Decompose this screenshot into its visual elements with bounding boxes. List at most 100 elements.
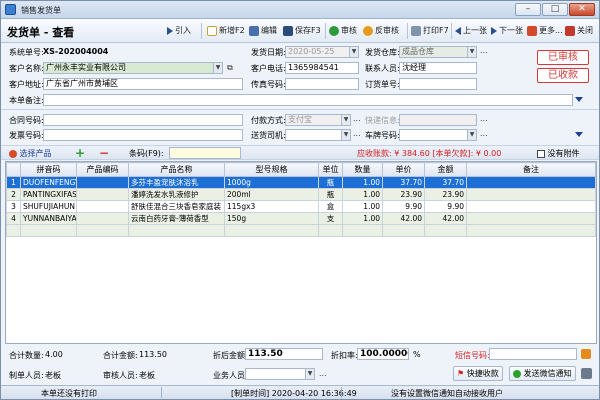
driver-input[interactable]: ▼ — [285, 129, 351, 141]
attachment-button[interactable]: 没有附件 — [537, 148, 580, 159]
col-spec-header[interactable]: 型号规格 — [224, 162, 319, 177]
auditor-value: 老板 — [139, 371, 155, 380]
product-toolbar: 选择产品 + − 条码(F9): 应收账款: ¥ 384.60 [本单欠款]: … — [1, 145, 599, 160]
chevron-down-icon[interactable]: ▼ — [467, 130, 476, 140]
salesman-more-button[interactable]: ... — [319, 369, 327, 378]
close-button[interactable]: 关闭 — [565, 23, 593, 39]
select-product-button[interactable]: 选择产品 — [9, 148, 52, 159]
contract-label: 合同号码: — [9, 116, 44, 125]
plate-label: 车牌号码: — [365, 131, 400, 140]
toolbar-separator — [325, 23, 326, 39]
minimize-button[interactable]: – — [515, 3, 541, 16]
chevron-down-icon[interactable]: ▼ — [213, 63, 222, 73]
new-button[interactable]: 新增F2 — [207, 23, 245, 39]
phone-label: 客户电话: — [251, 64, 286, 73]
chevron-down-icon[interactable]: ▼ — [341, 115, 350, 125]
settings-icon[interactable] — [581, 368, 592, 379]
order-no-label: 订货单号: — [365, 80, 400, 89]
ship-date-input[interactable]: 2020-05-25 ▼ — [285, 46, 359, 58]
express-more-button[interactable]: ... — [480, 114, 488, 123]
wechat-notice-button[interactable]: 发送微信通知 — [509, 366, 576, 381]
expand-arrow-icon[interactable] — [575, 132, 583, 137]
next-button[interactable]: 下一张 — [491, 23, 523, 39]
printer-icon — [411, 25, 421, 36]
total-qty-value: 4.00 — [45, 350, 63, 359]
driver-more-button[interactable]: ... — [353, 129, 361, 138]
auditor-label: 审核人员: — [103, 371, 138, 380]
warehouse-more-button[interactable]: ... — [480, 46, 488, 55]
grid-header-row: 拼音码 产品编码 产品名称 型号规格 单位 数量 单价 金额 备注 — [6, 162, 596, 177]
table-row[interactable]: 2 PANTINGXIFAS 潘婷洗发水乳液修护 200ml 瓶 1.00 23… — [6, 188, 596, 201]
customer-lookup-icon[interactable]: ⧉ — [227, 63, 233, 73]
expand-arrow-icon[interactable] — [575, 97, 583, 102]
chevron-down-icon[interactable]: ▼ — [305, 369, 314, 379]
table-row[interactable]: 4 YUNNANBAIYA 云南白药牙膏-薄荷香型 150g 支 1.00 42… — [6, 212, 596, 225]
divider — [1, 109, 599, 110]
calendar-dropdown-icon[interactable]: ▼ — [349, 47, 358, 57]
express-input[interactable] — [399, 114, 477, 126]
customer-label: 客户名称: — [9, 64, 44, 73]
prev-button[interactable]: 上一张 — [455, 23, 487, 39]
empty-row[interactable] — [6, 224, 596, 237]
payment-more-button[interactable]: ... — [353, 114, 361, 123]
salesman-input[interactable]: ▼ — [245, 368, 315, 380]
payment-input[interactable]: 支付宝 ▼ — [285, 114, 351, 126]
plate-input[interactable]: ▼ — [399, 129, 477, 141]
personnel-bar: 制单人员: 老板 审核人员: 老板 业务人员: ▼ ... ⚑ 快捷收款 发送微… — [1, 365, 599, 383]
contact-label: 联系人员: — [365, 64, 400, 73]
col-note-header[interactable]: 备注 — [466, 162, 596, 177]
driver-label: 送货司机: — [251, 131, 286, 140]
table-row[interactable]: 1 DUOFENFENGY 多芬丰盈宠肤沐浴乳 1000g 瓶 1.00 37.… — [6, 176, 596, 189]
col-pinyin-header[interactable]: 拼音码 — [20, 162, 77, 177]
more-button[interactable]: 更多... — [527, 23, 563, 39]
wechat-status: 没有设置微信通知自动接收用户 — [391, 389, 503, 398]
order-no-input[interactable] — [399, 78, 477, 90]
discount-rate-input[interactable]: 100.000000 — [357, 348, 409, 360]
col-qty-header[interactable]: 数量 — [342, 162, 383, 177]
rss-icon[interactable] — [581, 349, 591, 359]
chevron-down-icon[interactable]: ▼ — [341, 130, 350, 140]
floppy-disk-icon — [283, 25, 293, 36]
plate-more-button[interactable]: ... — [480, 129, 488, 138]
total-amount-label: 合计金额: — [103, 351, 138, 360]
table-row[interactable]: 3 SHUFUJIAHUN 舒肤佳混合三块香皂家庭装 115gx3 盒 1.00… — [6, 200, 596, 213]
remark-input[interactable] — [43, 94, 573, 106]
check-icon — [329, 25, 339, 36]
col-name-header[interactable]: 产品名称 — [128, 162, 225, 177]
warehouse-input[interactable]: 成品仓库 ▼ — [399, 46, 477, 58]
close-window-button[interactable]: ✕ — [569, 3, 595, 16]
product-grid[interactable]: 拼音码 产品编码 产品名称 型号规格 单位 数量 单价 金额 备注 1 DUOF… — [5, 161, 597, 344]
customer-input[interactable]: 广州永丰实业有限公司 ▼ — [43, 62, 223, 74]
system-no-value: XS-202004004 — [43, 47, 109, 56]
contact-input[interactable]: 沈经理 — [399, 62, 477, 74]
discounted-input[interactable]: 113.50 — [245, 348, 323, 360]
phone-input[interactable]: 1365984541 — [285, 62, 359, 74]
col-price-header[interactable]: 单价 — [382, 162, 425, 177]
address-input[interactable]: 广东省广州市黄埔区 — [43, 78, 243, 90]
contract-input[interactable] — [43, 114, 243, 126]
col-code-header[interactable]: 产品编码 — [76, 162, 129, 177]
quick-pay-button[interactable]: ⚑ 快捷收款 — [453, 366, 503, 381]
barcode-input[interactable] — [169, 147, 241, 159]
summary-bar: 合计数量: 4.00 合计金额: 113.50 折后金额: 113.50 折扣率… — [1, 345, 599, 363]
more-icon — [527, 25, 537, 36]
add-row-icon[interactable]: + — [75, 146, 85, 160]
audit-button[interactable]: 审核 — [329, 23, 357, 39]
import-button[interactable]: 引入 — [167, 23, 191, 39]
status-bar: 本单还没有打印 [制单时间] 2020-04-20 16:36:49 没有设置微… — [1, 385, 599, 399]
maximize-button[interactable]: □ — [542, 3, 568, 16]
invoice-input[interactable] — [43, 129, 243, 141]
sms-input[interactable] — [489, 348, 577, 360]
print-button[interactable]: 打印F7 — [411, 23, 449, 39]
edit-button[interactable]: 编辑 — [249, 23, 277, 39]
discount-rate-label: 折扣率: — [331, 351, 358, 360]
col-unit-header[interactable]: 单位 — [318, 162, 343, 177]
invoice-label: 发票号码: — [9, 131, 44, 140]
fax-input[interactable] — [285, 78, 359, 90]
chevron-down-icon[interactable]: ▼ — [467, 47, 476, 57]
remove-row-icon[interactable]: − — [99, 146, 109, 160]
col-amount-header[interactable]: 金额 — [424, 162, 467, 177]
unaudit-button[interactable]: 反审核 — [363, 23, 399, 39]
save-button[interactable]: 保存F3 — [283, 23, 321, 39]
percent-sign: % — [413, 350, 421, 359]
